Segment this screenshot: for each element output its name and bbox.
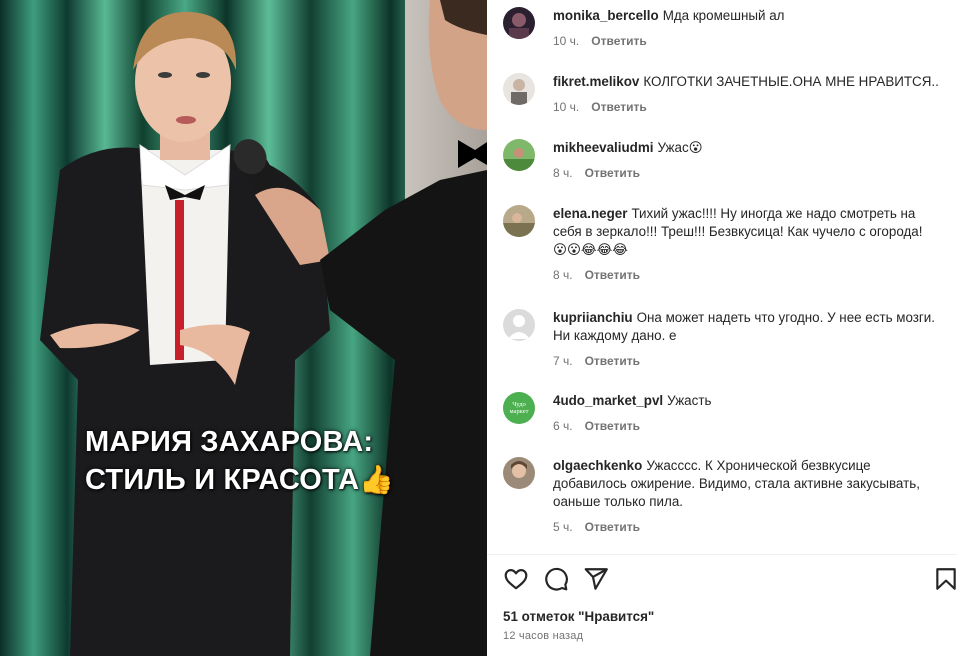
- comment-text-block: mikheevaliudmi Ужас😮: [553, 139, 945, 157]
- reply-button[interactable]: Ответить: [585, 354, 640, 368]
- share-button[interactable]: [583, 566, 609, 592]
- avatar[interactable]: Чудо маркет: [503, 392, 535, 424]
- comment-emoji: 😮: [688, 140, 703, 155]
- avatar[interactable]: [503, 7, 535, 39]
- comment-list[interactable]: monika_bercello Мда кромешный ал 10 ч. Отв…: [487, 0, 957, 554]
- heart-icon: [504, 569, 528, 590]
- comment-text-block: monika_bercello Мда кромешный ал: [553, 7, 945, 25]
- avatar[interactable]: [503, 457, 535, 489]
- comment-time: 8 ч.: [553, 166, 573, 180]
- post-media[interactable]: МАРИЯ ЗАХАРОВА: СТИЛЬ И КРАСОТА👍: [0, 0, 487, 656]
- caption-line-2: СТИЛЬ И КРАСОТА👍: [85, 461, 465, 499]
- reply-button[interactable]: Ответить: [585, 520, 640, 534]
- comment-text: Мда кромешный ал: [662, 8, 785, 23]
- avatar[interactable]: [503, 73, 535, 105]
- like-button[interactable]: [503, 566, 529, 592]
- comment-text-block: 4udo_market_pvl Ужасть: [553, 392, 945, 410]
- comment-meta: 6 ч. Ответить: [553, 418, 945, 434]
- comment-text-block: elena.neger Тихий ужас!!!! Ну иногда же н…: [553, 205, 945, 259]
- post-caption: МАРИЯ ЗАХАРОВА: СТИЛЬ И КРАСОТА👍: [85, 424, 465, 499]
- comment-meta: 8 ч. Ответить: [553, 267, 945, 283]
- comment-username[interactable]: mikheevaliudmi: [553, 140, 653, 155]
- avatar-logo-text: Чудо маркет: [509, 401, 529, 415]
- comment-username[interactable]: olgaechkenko: [553, 458, 642, 473]
- comment-username[interactable]: elena.neger: [553, 206, 627, 221]
- comment-button[interactable]: [543, 566, 569, 592]
- reply-button[interactable]: Ответить: [585, 419, 640, 433]
- avatar-light-photo-icon: [503, 73, 535, 105]
- comment-username[interactable]: kupriianchiu: [553, 310, 633, 325]
- comment-meta: 10 ч. Ответить: [553, 33, 945, 49]
- avatar[interactable]: [503, 205, 535, 237]
- comment-text: Ужасть: [667, 393, 712, 408]
- paper-plane-icon: [584, 568, 608, 590]
- likes-count[interactable]: 51 отметок "Нравится": [503, 609, 654, 624]
- reply-button[interactable]: Ответить: [591, 34, 646, 48]
- comment-username[interactable]: monika_bercello: [553, 8, 659, 23]
- comment-text-block: kupriianchiu Она может надеть что угодно.…: [553, 309, 945, 345]
- comment-time: 10 ч.: [553, 34, 580, 48]
- avatar-default-icon: [503, 309, 535, 341]
- comment-meta: 8 ч. Ответить: [553, 165, 945, 181]
- comment-text-block: olgaechkenko Ужасссс. К Хронической безвк…: [553, 457, 945, 511]
- comment-time: 10 ч.: [553, 100, 580, 114]
- comment-meta: 7 ч. Ответить: [553, 353, 945, 369]
- save-button[interactable]: [933, 566, 957, 592]
- action-bar: [503, 566, 957, 594]
- reply-button[interactable]: Ответить: [585, 166, 640, 180]
- avatar-outdoor-photo-icon: [503, 205, 535, 237]
- post-image: [0, 0, 487, 656]
- bookmark-icon: [936, 568, 956, 590]
- comment-username[interactable]: 4udo_market_pvl: [553, 393, 663, 408]
- comment-meta: 10 ч. Ответить: [553, 99, 945, 115]
- divider: [487, 554, 957, 555]
- comment-username[interactable]: fikret.melikov: [553, 74, 639, 89]
- thumbs-up-emoji: 👍: [359, 464, 395, 495]
- comment-icon: [545, 567, 568, 591]
- caption-line-1: МАРИЯ ЗАХАРОВА:: [85, 426, 374, 458]
- reply-button[interactable]: Ответить: [591, 100, 646, 114]
- reply-button[interactable]: Ответить: [585, 268, 640, 282]
- comment-text: Ужас: [657, 140, 689, 155]
- comments-panel: monika_bercello Мда кромешный ал 10 ч. Отв…: [487, 0, 957, 656]
- comment-time: 8 ч.: [553, 268, 573, 282]
- comment-emoji: 😮😮😂😂😂: [553, 242, 628, 257]
- caption-line-2-text: СТИЛЬ И КРАСОТА: [85, 464, 360, 496]
- comment-text: КОЛГОТКИ ЗАЧЕТНЫЕ.ОНА МНЕ НРАВИТСЯ..: [643, 74, 939, 89]
- avatar[interactable]: [503, 309, 535, 341]
- comment-time: 5 ч.: [553, 520, 573, 534]
- comment-text-block: fikret.melikov КОЛГОТКИ ЗАЧЕТНЫЕ.ОНА МНЕ …: [553, 73, 945, 91]
- avatar-dark-photo-icon: [503, 7, 535, 39]
- comment-time: 6 ч.: [553, 419, 573, 433]
- comment-time: 7 ч.: [553, 354, 573, 368]
- avatar-nature-photo-icon: [503, 139, 535, 171]
- avatar-portrait-photo-icon: [503, 457, 535, 489]
- comment-meta: 5 ч. Ответить: [553, 519, 945, 535]
- avatar[interactable]: [503, 139, 535, 171]
- post-time: 12 часов назад: [503, 630, 584, 642]
